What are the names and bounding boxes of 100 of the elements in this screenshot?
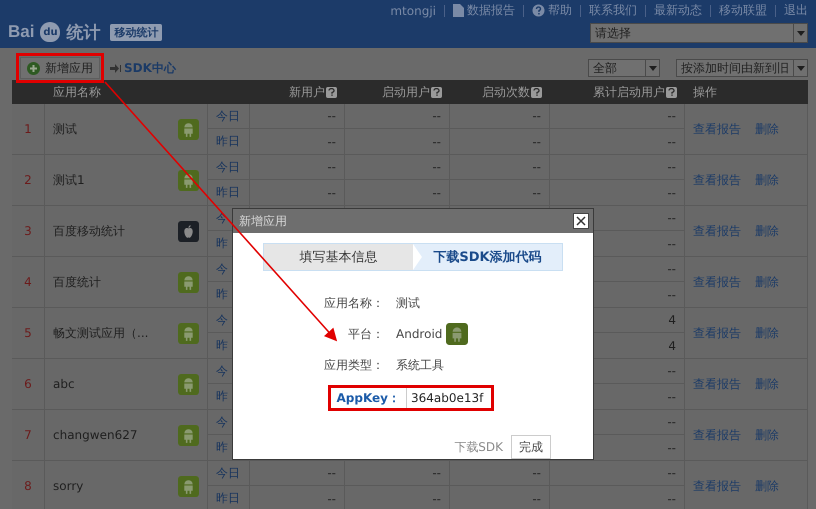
table-cell: -- bbox=[667, 134, 676, 148]
step-tab[interactable]: 下载SDK添加代码 bbox=[413, 244, 562, 270]
add-app-button[interactable]: 新增应用 bbox=[20, 57, 100, 79]
android-icon bbox=[178, 118, 199, 140]
sort-select[interactable]: 按添加时间由新到旧 bbox=[676, 59, 808, 77]
field-value: Android bbox=[396, 327, 442, 341]
row-number: 5 bbox=[24, 326, 32, 340]
close-icon bbox=[576, 216, 586, 226]
caret-icon bbox=[796, 66, 804, 70]
period-label: 今日 bbox=[216, 158, 240, 176]
help-icon bbox=[532, 4, 545, 17]
period-label: 昨 bbox=[216, 235, 228, 252]
period-label: 今 bbox=[216, 414, 228, 430]
logo-text: Bai bbox=[8, 22, 34, 42]
delete-link[interactable]: 删除 bbox=[755, 478, 779, 494]
period-label: 昨 bbox=[216, 439, 228, 456]
table-cell: -- bbox=[667, 288, 676, 302]
delete-link[interactable]: 删除 bbox=[755, 222, 779, 240]
table-cell: -- bbox=[667, 364, 676, 378]
caret-icon bbox=[648, 66, 656, 70]
filter-select[interactable]: 全部 bbox=[588, 59, 660, 77]
app-select[interactable]: 请选择 bbox=[590, 23, 808, 43]
table-cell: -- bbox=[532, 186, 541, 200]
table-cell: -- bbox=[667, 262, 676, 276]
period-label: 昨日 bbox=[216, 490, 240, 507]
view-report-link[interactable]: 查看报告 bbox=[693, 274, 741, 290]
app-name: 百度统计 bbox=[53, 274, 101, 290]
field-value: 系统工具 bbox=[396, 356, 444, 374]
delete-link[interactable]: 删除 bbox=[755, 426, 779, 444]
table-cell: -- bbox=[532, 160, 541, 174]
help-icon[interactable] bbox=[531, 86, 542, 98]
table-cell: -- bbox=[532, 492, 541, 506]
table-cell: -- bbox=[327, 466, 336, 480]
view-report-link[interactable]: 查看报告 bbox=[693, 172, 741, 188]
user-link[interactable]: mtongji bbox=[390, 4, 436, 18]
delete-link[interactable]: 删除 bbox=[755, 120, 779, 138]
table-cell: -- bbox=[667, 415, 676, 429]
table-cell: -- bbox=[532, 109, 541, 123]
help-icon[interactable] bbox=[666, 86, 677, 98]
product-badge: 移动统计 bbox=[110, 24, 162, 40]
table-cell: -- bbox=[667, 440, 676, 454]
nav-link[interactable]: 联系我们 bbox=[589, 2, 637, 19]
sdk-center-link[interactable]: SDK中心 bbox=[110, 60, 176, 76]
plus-icon bbox=[27, 62, 40, 74]
table-cell: -- bbox=[667, 492, 676, 506]
document-icon bbox=[453, 4, 464, 17]
dialog-title: 新增应用 bbox=[239, 212, 287, 230]
table-cell: -- bbox=[327, 492, 336, 506]
logo-text: 统计 bbox=[66, 22, 100, 44]
column-header: 累计启动用户 bbox=[593, 84, 665, 100]
period-label: 今日 bbox=[216, 464, 240, 482]
field-label: 应用名称： bbox=[323, 294, 385, 312]
view-report-link[interactable]: 查看报告 bbox=[693, 426, 741, 444]
nav-link[interactable]: 退出 bbox=[784, 2, 808, 19]
table-cell: -- bbox=[432, 466, 441, 480]
nav-link[interactable]: 移动联盟 bbox=[719, 2, 767, 19]
delete-link[interactable]: 删除 bbox=[755, 376, 779, 392]
table-cell: -- bbox=[432, 109, 441, 123]
row-number: 6 bbox=[24, 377, 32, 391]
table-cell: -- bbox=[327, 160, 336, 174]
table-cell: -- bbox=[327, 186, 336, 200]
nav-link[interactable]: 帮助 bbox=[532, 2, 572, 19]
table-cell: -- bbox=[667, 466, 676, 480]
table-cell: -- bbox=[667, 211, 676, 225]
view-report-link[interactable]: 查看报告 bbox=[693, 478, 741, 494]
app-name: sorry bbox=[53, 479, 84, 493]
column-header: 启动用户 bbox=[382, 84, 430, 100]
nav-link[interactable]: 数据报告 bbox=[453, 2, 515, 19]
help-icon[interactable] bbox=[326, 86, 337, 98]
view-report-link[interactable]: 查看报告 bbox=[693, 376, 741, 392]
close-button[interactable] bbox=[573, 213, 589, 229]
download-sdk-link[interactable]: 下载SDK bbox=[454, 438, 503, 456]
row-number: 1 bbox=[24, 122, 32, 136]
app-name: 测试1 bbox=[53, 172, 85, 188]
column-header: 应用名称 bbox=[53, 84, 101, 100]
field-value: 测试 bbox=[396, 294, 420, 312]
appkey-value: 364ab0e13f bbox=[406, 388, 491, 408]
row-number: 7 bbox=[24, 428, 32, 442]
period-label: 昨 bbox=[216, 286, 228, 303]
delete-link[interactable]: 删除 bbox=[755, 324, 779, 342]
done-button[interactable]: 完成 bbox=[511, 435, 551, 459]
table-cell: -- bbox=[667, 109, 676, 123]
delete-link[interactable]: 删除 bbox=[755, 172, 779, 188]
android-icon bbox=[178, 170, 199, 190]
view-report-link[interactable]: 查看报告 bbox=[693, 222, 741, 240]
caret-icon bbox=[796, 30, 804, 36]
help-icon[interactable] bbox=[431, 86, 442, 98]
nav-link[interactable]: 最新动态 bbox=[654, 2, 702, 19]
period-label: 昨 bbox=[216, 337, 228, 354]
table-cell: -- bbox=[667, 390, 676, 404]
view-report-link[interactable]: 查看报告 bbox=[693, 324, 741, 342]
android-icon bbox=[178, 476, 199, 496]
delete-link[interactable]: 删除 bbox=[755, 274, 779, 290]
column-header: 操作 bbox=[693, 84, 717, 100]
column-header: 启动次数 bbox=[482, 84, 530, 100]
android-icon bbox=[178, 272, 199, 292]
step-tab[interactable]: 填写基本信息 bbox=[264, 244, 413, 270]
view-report-link[interactable]: 查看报告 bbox=[693, 120, 741, 138]
table-cell: -- bbox=[667, 236, 676, 250]
period-label: 今日 bbox=[216, 108, 240, 124]
